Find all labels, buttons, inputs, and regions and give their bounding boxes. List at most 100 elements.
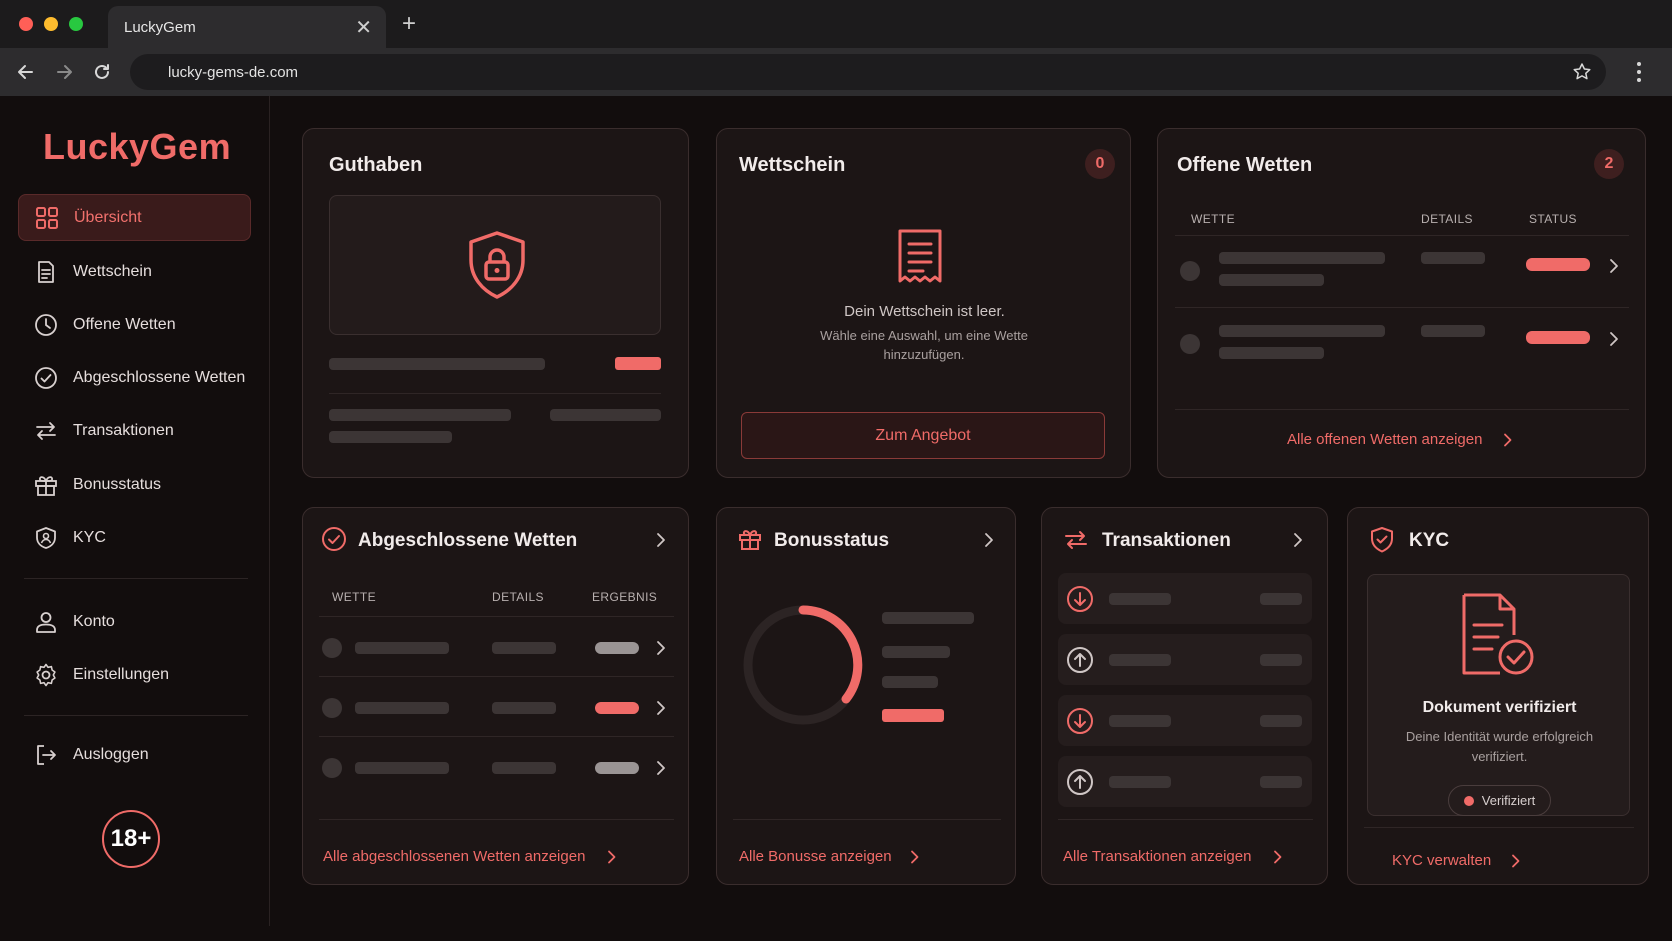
- arrow-down-circle-icon: [1067, 586, 1093, 612]
- browser-menu-icon[interactable]: [1636, 60, 1642, 84]
- chevron-right-icon[interactable]: [655, 700, 667, 716]
- divider: [1175, 307, 1629, 308]
- all-bonuses-link[interactable]: Alle Bonusse anzeigen: [739, 848, 892, 865]
- new-tab-icon[interactable]: +: [402, 10, 416, 38]
- address-bar[interactable]: lucky-gems-de.com: [130, 54, 1606, 90]
- sidebar-item-uebersicht[interactable]: Übersicht: [18, 194, 251, 241]
- sidebar-item-abgeschlossene-wetten[interactable]: Abgeschlossene Wetten: [18, 354, 251, 401]
- maximize-window-button[interactable]: [69, 17, 83, 31]
- placeholder-bar: [882, 676, 938, 688]
- sidebar-item-kyc[interactable]: KYC: [18, 514, 251, 561]
- chevron-right-icon: [608, 850, 616, 864]
- gear-icon: [36, 663, 56, 686]
- arrow-up-circle-icon: [1067, 769, 1093, 795]
- kyc-status-panel: Dokument verifiziert Deine Identität wur…: [1367, 574, 1630, 816]
- transaction-row[interactable]: [1058, 756, 1312, 807]
- verified-badge: Verifiziert: [1448, 785, 1551, 816]
- zum-angebot-button[interactable]: Zum Angebot: [741, 412, 1105, 459]
- browser-tabstrip: LuckyGem ✕ +: [0, 0, 1672, 48]
- chevron-right-icon[interactable]: [655, 760, 667, 776]
- divider: [1364, 827, 1634, 828]
- placeholder-bar: [1260, 593, 1302, 605]
- forward-arrow-icon[interactable]: [50, 58, 78, 86]
- placeholder-bar: [355, 702, 449, 714]
- placeholder-bar: [355, 762, 449, 774]
- divider: [329, 393, 661, 394]
- chevron-right-icon[interactable]: [1608, 258, 1620, 274]
- column-header: WETTE: [332, 590, 376, 604]
- result-pill: [595, 642, 639, 654]
- row-avatar: [322, 698, 342, 718]
- url-text: lucky-gems-de.com: [168, 64, 299, 81]
- grid-icon: [36, 206, 58, 229]
- abgeschlossene-wetten-card: Abgeschlossene Wetten WETTE DETAILS ERGE…: [302, 507, 689, 885]
- all-open-bets-link[interactable]: Alle offenen Wetten anzeigen: [1287, 431, 1482, 448]
- transaction-row[interactable]: [1058, 573, 1312, 624]
- divider: [319, 676, 674, 677]
- sidebar-item-wettschein[interactable]: Wettschein: [18, 248, 251, 295]
- chevron-right-icon[interactable]: [983, 532, 995, 548]
- minimize-window-button[interactable]: [44, 17, 58, 31]
- empty-bet-title: Dein Wettschein ist leer.: [844, 303, 1005, 320]
- page: LuckyGem Übersicht Wettschein Offene Wet…: [0, 96, 1672, 941]
- back-arrow-icon[interactable]: [12, 58, 40, 86]
- placeholder-bar: [882, 612, 974, 624]
- sidebar-item-konto[interactable]: Konto: [18, 598, 251, 645]
- row-avatar: [322, 758, 342, 778]
- kyc-doc-text: Deine Identität wurde erfolgreich verifi…: [1405, 729, 1594, 764]
- logout-button[interactable]: Ausloggen: [18, 731, 251, 778]
- gift-icon: [739, 530, 761, 550]
- divider: [1058, 819, 1313, 820]
- sidebar-item-label: Wettschein: [73, 262, 152, 280]
- gift-icon: [35, 475, 57, 496]
- placeholder-bar: [1219, 252, 1385, 264]
- status-pill: [1526, 258, 1590, 271]
- arrow-down-circle-icon: [1067, 708, 1093, 734]
- card-title: Abgeschlossene Wetten: [358, 530, 578, 551]
- placeholder-bar: [329, 409, 511, 421]
- placeholder-bar: [329, 358, 545, 370]
- check-circle-icon: [322, 527, 346, 551]
- card-title: Transaktionen: [1102, 530, 1231, 551]
- sidebar-item-bonusstatus[interactable]: Bonusstatus: [18, 461, 251, 508]
- sidebar: LuckyGem Übersicht Wettschein Offene Wet…: [0, 96, 270, 926]
- row-avatar: [1180, 334, 1200, 354]
- sidebar-divider: [24, 578, 248, 579]
- all-transactions-link[interactable]: Alle Transaktionen anzeigen: [1063, 848, 1251, 865]
- browser-tab[interactable]: LuckyGem ✕: [108, 6, 386, 48]
- all-closed-bets-link[interactable]: Alle abgeschlossenen Wetten anzeigen: [323, 848, 585, 865]
- transaction-row[interactable]: [1058, 695, 1312, 746]
- sidebar-item-offene-wetten[interactable]: Offene Wetten: [18, 301, 251, 348]
- sidebar-item-label: Einstellungen: [73, 665, 170, 683]
- kyc-doc-title: Dokument verifiziert: [1422, 699, 1577, 716]
- tab-close-icon[interactable]: ✕: [355, 15, 372, 40]
- chevron-right-icon[interactable]: [1608, 331, 1620, 347]
- shield-check-icon: [1371, 527, 1393, 553]
- placeholder-bar: [1219, 347, 1324, 359]
- sidebar-item-label: KYC: [73, 528, 106, 546]
- placeholder-bar: [1421, 325, 1485, 337]
- close-window-button[interactable]: [19, 17, 33, 31]
- arrow-up-circle-icon: [1067, 647, 1093, 673]
- shield-lock-icon: [469, 231, 525, 299]
- card-title: Wettschein: [739, 154, 846, 176]
- kyc-manage-link[interactable]: KYC verwalten: [1392, 852, 1491, 869]
- result-pill: [595, 702, 639, 714]
- reload-icon[interactable]: [88, 58, 116, 86]
- chevron-right-icon: [911, 850, 919, 864]
- tab-title: LuckyGem: [124, 19, 196, 36]
- bookmark-star-icon[interactable]: [1572, 62, 1592, 82]
- chevron-right-icon[interactable]: [655, 532, 667, 548]
- sidebar-item-label: Offene Wetten: [73, 315, 176, 333]
- document-verified-icon: [1462, 593, 1534, 675]
- transaktionen-card: Transaktionen Alle Transaktionen anzeige…: [1041, 507, 1328, 885]
- chevron-right-icon[interactable]: [1292, 532, 1304, 548]
- sidebar-item-label: Übersicht: [74, 208, 142, 226]
- shield-user-icon: [36, 526, 56, 549]
- transaction-row[interactable]: [1058, 634, 1312, 685]
- sidebar-item-transaktionen[interactable]: Transaktionen: [18, 407, 251, 454]
- placeholder-bar: [492, 762, 556, 774]
- sidebar-item-einstellungen[interactable]: Einstellungen: [18, 651, 251, 698]
- offene-wetten-card: Offene Wetten 2 WETTE DETAILS STATUS All…: [1157, 128, 1646, 478]
- chevron-right-icon[interactable]: [655, 640, 667, 656]
